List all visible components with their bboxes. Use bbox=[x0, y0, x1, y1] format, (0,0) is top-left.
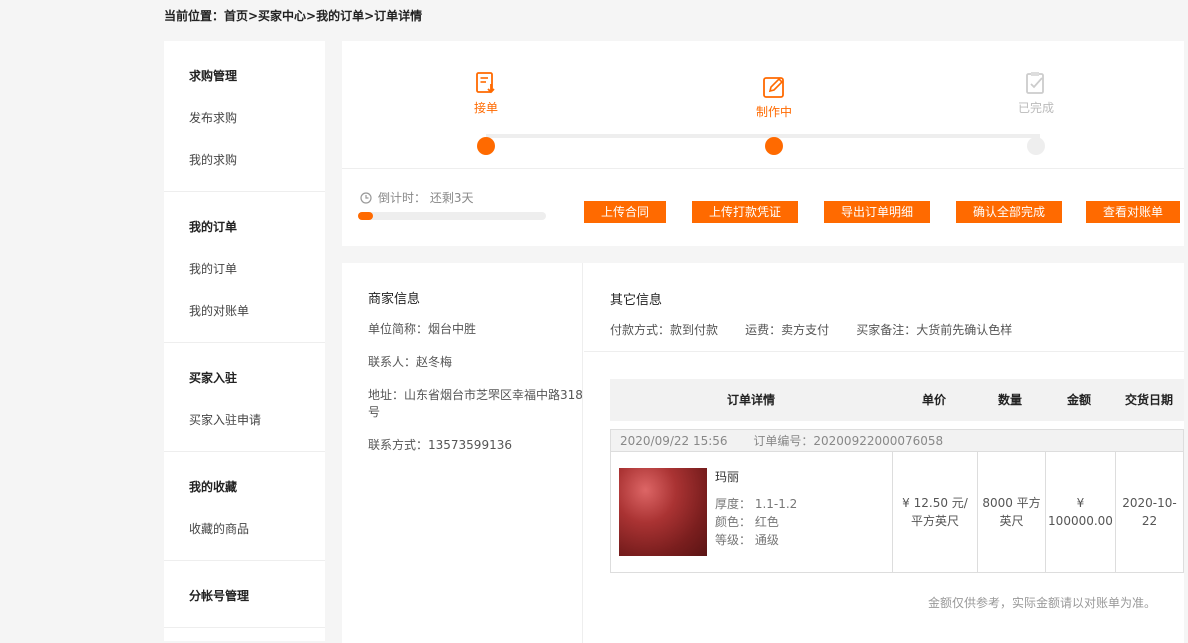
product-name[interactable]: 玛丽 bbox=[715, 468, 797, 485]
order-info-panel: 商家信息 单位简称：烟台中胜 联系人：赵冬梅 地址：山东省烟台市芝罘区幸福中路3… bbox=[342, 263, 1184, 643]
shipping-fee: 运费：卖方支付 bbox=[745, 323, 830, 337]
product-thumbnail[interactable] bbox=[619, 468, 707, 556]
step-accepted: 接单 bbox=[446, 71, 526, 155]
sidebar-item[interactable]: 收藏的商品 bbox=[189, 508, 325, 550]
sidebar: 求购管理 发布求购 我的求购 我的订单 我的订单 我的对账单 买家入驻 买家入驻申请 我的收藏收… bbox=[164, 41, 325, 641]
merchant-short-name: 单位简称：烟台中胜 bbox=[368, 322, 477, 336]
header-unit-price: 单价 bbox=[921, 393, 946, 407]
order-bar: 2020/09/22 15:56 订单编号：20200922000076058 bbox=[611, 430, 1183, 452]
sidebar-group-title: 分帐号管理 bbox=[189, 589, 250, 603]
sidebar-group-title: 我的收藏 bbox=[189, 480, 238, 494]
step-tracker: 接单 制作中 已完成 bbox=[342, 41, 1184, 169]
merchant-info: 商家信息 单位简称：烟台中胜 联系人：赵冬梅 地址：山东省烟台市芝罘区幸福中路3… bbox=[342, 263, 583, 643]
order-table: 订单详情 单价 数量 金额 交货日期 2020/09/22 15:56 订单编号… bbox=[610, 379, 1184, 573]
product-color: 颜色： 红色 bbox=[715, 515, 779, 529]
other-info: 其它信息 付款方式：款到付款 运费：卖方支付 买家备注：大货前先确认色样 bbox=[584, 263, 1184, 352]
amount-cell: ¥ 100000.00 bbox=[1045, 452, 1115, 572]
sidebar-item[interactable]: 我的订单 bbox=[189, 248, 325, 290]
countdown: 倒计时： 还剩3天 bbox=[360, 189, 473, 207]
table-header: 订单详情 单价 数量 金额 交货日期 bbox=[610, 379, 1184, 421]
step-dot bbox=[1027, 137, 1045, 155]
order-number: 订单编号：20200922000076058 bbox=[753, 434, 944, 448]
sidebar-group-title: 买家入驻 bbox=[189, 371, 238, 385]
sidebar-group: 分帐号管理 bbox=[164, 561, 325, 628]
sidebar-group: 求购管理发布求购 我的求购 bbox=[164, 41, 325, 192]
sidebar-group-title: 我的订单 bbox=[189, 220, 238, 234]
sidebar-item[interactable]: 我的对账单 bbox=[189, 290, 325, 332]
step-in-production: 制作中 bbox=[734, 75, 814, 155]
step-dot bbox=[477, 137, 495, 155]
product-info: 玛丽 厚度： 1.1-1.2 颜色： 红色 等级： 通级 bbox=[715, 468, 797, 572]
order-block: 2020/09/22 15:56 订单编号：20200922000076058 … bbox=[610, 429, 1184, 573]
product-thickness: 厚度： 1.1-1.2 bbox=[715, 497, 798, 511]
sidebar-group-title: 求购管理 bbox=[189, 69, 238, 83]
delivery-date-cell: 2020-10-22 bbox=[1115, 452, 1183, 572]
merchant-heading: 商家信息 bbox=[368, 292, 421, 307]
header-order-detail: 订单详情 bbox=[726, 393, 775, 407]
view-statement-button[interactable]: 查看对账单 bbox=[1086, 201, 1180, 223]
sidebar-group: 我的订单 我的订单 我的对账单 bbox=[164, 192, 325, 343]
unit-price-cell: ¥ 12.50 元/平方英尺 bbox=[892, 452, 977, 572]
confirm-all-complete-button[interactable]: 确认全部完成 bbox=[956, 201, 1062, 223]
step-label: 已完成 bbox=[1017, 101, 1054, 115]
document-download-icon bbox=[474, 71, 498, 95]
payment-method: 付款方式：款到付款 bbox=[610, 323, 719, 337]
header-delivery-date: 交货日期 bbox=[1124, 393, 1173, 407]
order-progress-panel: 接单 制作中 已完成 倒计时： 还剩3天 上传合同 上传打款凭证 导出订单明细 … bbox=[342, 41, 1184, 246]
table-row: 玛丽 厚度： 1.1-1.2 颜色： 红色 等级： 通级 ¥ 12.50 元/平… bbox=[611, 452, 1183, 572]
sidebar-item[interactable]: 发布求购 bbox=[189, 97, 325, 139]
export-order-details-button[interactable]: 导出订单明细 bbox=[824, 201, 930, 223]
buyer-remark: 买家备注：大货前先确认色样 bbox=[856, 323, 1013, 337]
countdown-label: 倒计时： 还剩3天 bbox=[378, 191, 474, 205]
clock-icon bbox=[360, 192, 372, 207]
merchant-phone: 联系方式：13573599136 bbox=[368, 438, 512, 452]
step-dot bbox=[765, 137, 783, 155]
breadcrumb: 当前位置：首页>买家中心>我的订单>订单详情 bbox=[164, 9, 423, 23]
sidebar-group: 买家入驻买家入驻申请 bbox=[164, 343, 325, 452]
countdown-progress-bar bbox=[358, 212, 546, 220]
product-grade: 等级： 通级 bbox=[715, 533, 779, 547]
header-quantity: 数量 bbox=[997, 393, 1022, 407]
merchant-contact: 联系人：赵冬梅 bbox=[368, 355, 453, 369]
countdown-progress-fill bbox=[358, 212, 374, 220]
upload-payment-proof-button[interactable]: 上传打款凭证 bbox=[692, 201, 798, 223]
upload-contract-button[interactable]: 上传合同 bbox=[584, 201, 666, 223]
sidebar-item[interactable]: 买家入驻申请 bbox=[189, 399, 325, 441]
merchant-address: 地址：山东省烟台市芝罘区幸福中路318号 bbox=[368, 388, 583, 419]
amount-note: 金额仅供参考，实际金额请以对账单为准。 bbox=[927, 596, 1156, 610]
step-completed: 已完成 bbox=[996, 71, 1076, 155]
quantity-cell: 8000 平方英尺 bbox=[977, 452, 1045, 572]
header-amount: 金额 bbox=[1066, 393, 1091, 407]
other-heading: 其它信息 bbox=[610, 293, 663, 308]
sidebar-item[interactable]: 我的求购 bbox=[189, 139, 325, 181]
sidebar-group: 我的收藏 收藏的商品 bbox=[164, 452, 325, 561]
clipboard-check-icon bbox=[1024, 71, 1048, 95]
step-label: 接单 bbox=[473, 101, 498, 115]
step-track bbox=[486, 134, 1040, 138]
product-cell: 玛丽 厚度： 1.1-1.2 颜色： 红色 等级： 通级 bbox=[611, 452, 892, 572]
order-time: 2020/09/22 15:56 bbox=[620, 434, 728, 448]
pencil-edit-icon bbox=[762, 75, 786, 99]
step-label: 制作中 bbox=[755, 105, 792, 119]
